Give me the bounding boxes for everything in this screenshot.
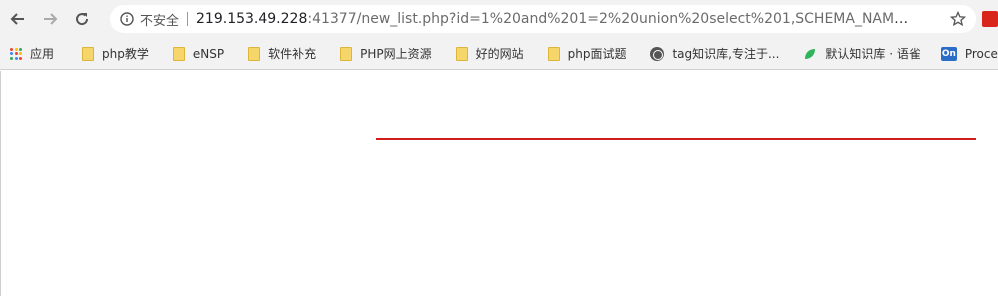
page-content <box>0 71 998 296</box>
extension-icon[interactable] <box>982 11 998 27</box>
red-divider-line <box>376 138 976 140</box>
bookmark-folder[interactable]: php教学 <box>60 42 155 66</box>
back-button[interactable] <box>4 5 32 33</box>
folder-icon <box>248 46 261 61</box>
bookmark-label: 应用 <box>30 47 55 61</box>
folder-icon <box>547 46 560 61</box>
bookmarks-bar: 应用 php教学 eNSP 软件补充 PHP网上资源 好的网站 php面试题 t… <box>0 38 998 70</box>
bookmark-label: 软件补充 <box>268 47 317 61</box>
browser-toolbar: 不安全 219.153.49.228:41377/new_list.php?id… <box>0 0 998 38</box>
info-icon[interactable] <box>120 12 134 26</box>
globe-icon <box>650 46 665 61</box>
bookmark-label: tag知识库,专注于... <box>672 47 780 61</box>
bookmark-folder[interactable]: php面试题 <box>530 42 633 66</box>
bookmark-label: 好的网站 <box>475 47 524 61</box>
bookmark-apps[interactable]: 应用 <box>0 42 60 66</box>
folder-icon <box>340 46 353 61</box>
reload-icon <box>76 13 89 26</box>
folder-icon <box>455 46 468 61</box>
apps-icon <box>10 47 22 60</box>
bookmark-label: php面试题 <box>567 47 627 61</box>
security-label[interactable]: 不安全 <box>140 10 179 29</box>
omnibox-separator <box>187 12 189 26</box>
bookmark-label: php教学 <box>102 47 149 61</box>
page-left-border <box>0 71 1 296</box>
bookmark-site[interactable]: 默认知识库 · 语雀 <box>785 42 926 66</box>
folder-icon <box>172 46 185 61</box>
arrow-right-icon <box>44 13 58 25</box>
bookmark-folder[interactable]: 软件补充 <box>230 42 322 66</box>
bookmark-folder[interactable]: eNSP <box>155 42 230 66</box>
url-host: 219.153.49.228 <box>196 11 308 27</box>
bookmark-label: eNSP <box>192 46 225 61</box>
url-path: :41377/new_list.php?id=1%20and%201=2%20u… <box>307 11 917 27</box>
address-bar[interactable]: 不安全 219.153.49.228:41377/new_list.php?id… <box>110 5 976 33</box>
bookmark-site[interactable]: On ProcessOn <box>927 42 998 66</box>
reload-button[interactable] <box>68 5 96 33</box>
bookmark-folder[interactable]: 好的网站 <box>438 42 530 66</box>
leaf-icon <box>805 48 816 59</box>
bookmark-label: ProcessOn <box>964 46 998 61</box>
star-icon[interactable] <box>950 11 966 27</box>
folder-icon <box>82 46 95 61</box>
bookmark-label: 默认知识库 · 语雀 <box>825 47 921 61</box>
forward-button[interactable] <box>36 5 64 33</box>
bookmark-folder[interactable]: PHP网上资源 <box>322 42 438 66</box>
arrow-left-icon <box>10 13 24 25</box>
processon-icon: On <box>940 46 957 61</box>
bookmark-site[interactable]: tag知识库,专注于... <box>632 42 785 66</box>
url-text[interactable]: 219.153.49.228:41377/new_list.php?id=1%2… <box>196 11 916 27</box>
bookmark-label: PHP网上资源 <box>360 47 432 61</box>
